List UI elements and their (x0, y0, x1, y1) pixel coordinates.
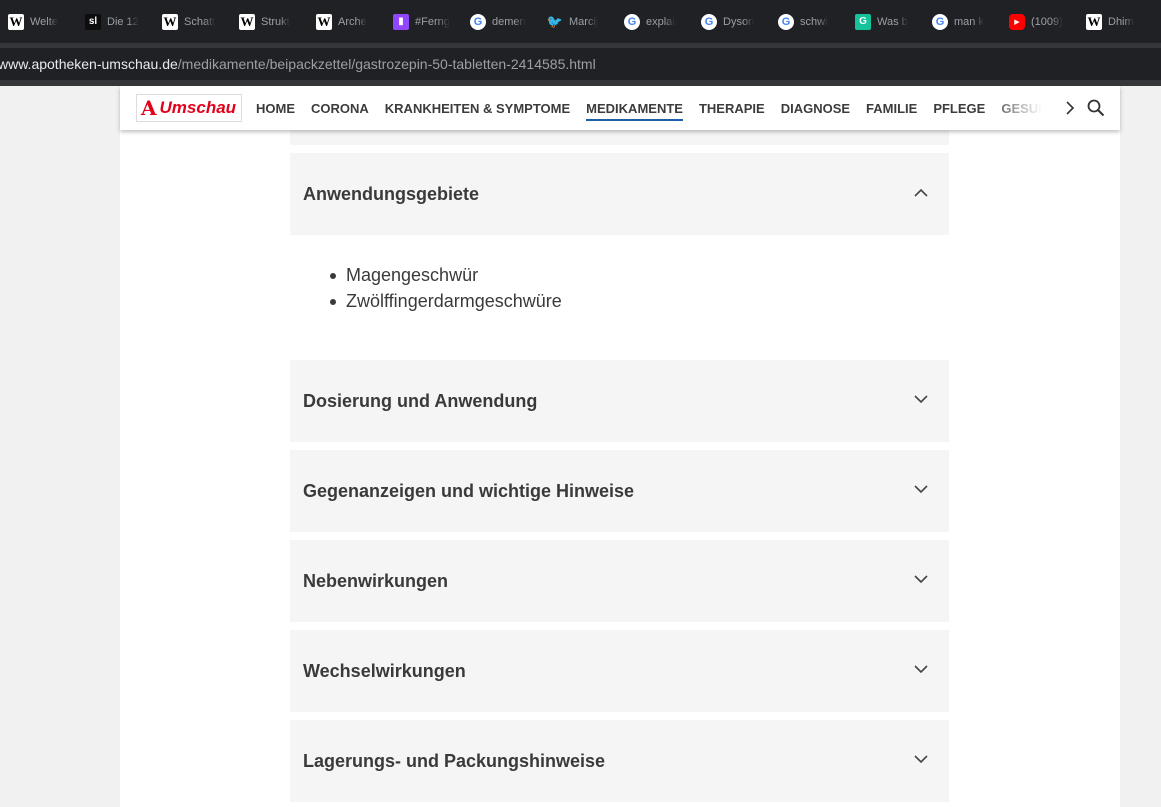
bookmark-item[interactable]: Gschwi (770, 0, 847, 43)
chevron-up-icon[interactable] (913, 184, 929, 200)
bookmark-label: Was b (877, 15, 908, 28)
accordion-title: Dosierung und Anwendung (303, 390, 538, 411)
bookmark-item[interactable]: + (1155, 0, 1161, 43)
accordion-title: Nebenwirkungen (303, 570, 449, 591)
chevron-down-icon[interactable] (913, 751, 929, 767)
url-host: www.apotheken-umschau.de (0, 56, 178, 72)
bookmark-item[interactable]: G Was b (847, 0, 924, 43)
bookmark-item[interactable]: W Arche (308, 0, 385, 43)
accordion-title: Anwendungsgebiete (303, 183, 480, 204)
address-bar[interactable]: www.apotheken-umschau.de/medikamente/bei… (0, 43, 1161, 86)
apotheke-logo-icon: A (141, 96, 157, 120)
nav-menu: HOME CORONA KRANKHEITEN & SYMPTOME MEDIKAME… (256, 86, 1042, 130)
bookmark-item[interactable]: 🐦 Marcij (539, 0, 616, 43)
search-icon[interactable] (1084, 96, 1108, 120)
bookmark-label: Dyson (723, 15, 755, 28)
bookmark-label: schwi (800, 15, 828, 28)
accordion-header-wechselwirkungen[interactable]: Wechselwirkungen (290, 630, 949, 712)
bookmark-label: Marcij (569, 15, 599, 28)
chevron-down-icon[interactable] (913, 481, 929, 497)
nav-item-home[interactable]: HOME (256, 95, 295, 122)
wikipedia-icon: W (316, 13, 332, 30)
google-icon: G (778, 13, 794, 30)
accordion-title: Gegenanzeigen und wichtige Hinweise (303, 480, 635, 501)
accordion-header-lagerung[interactable]: Lagerungs- und Packungshinweise (290, 720, 949, 802)
accordion-content-list: Magengeschwür Zwölffingerdarmgeschwüre (330, 262, 562, 314)
google-icon: G (932, 13, 948, 30)
bookmark-label: Welte (30, 15, 58, 28)
wikipedia-icon: W (8, 13, 24, 30)
bookmark-item[interactable]: W Dhim (1078, 0, 1155, 43)
accordion-header-dosierung[interactable]: Dosierung und Anwendung (290, 360, 949, 442)
accordion-header-anwendungsgebiete[interactable]: Anwendungsgebiete (290, 153, 949, 235)
url-path: /medikamente/beipackzettel/gastrozepin-5… (177, 56, 596, 72)
bookmark-label: #Ferng (415, 15, 450, 28)
list-item: Magengeschwür (330, 262, 562, 288)
url-text[interactable]: www.apotheken-umschau.de/medikamente/bei… (0, 56, 596, 72)
site-logo[interactable]: A Umschau (136, 94, 242, 122)
list-item: Zwölffingerdarmgeschwüre (330, 288, 562, 314)
bookmark-label: demen (492, 15, 526, 28)
chevron-down-icon[interactable] (913, 571, 929, 587)
nav-item-krankheiten-symptome[interactable]: KRANKHEITEN & SYMPTOME (385, 95, 570, 122)
bookmark-item[interactable]: W Schatt (154, 0, 231, 43)
site-navigation: A Umschau HOME CORONA KRANKHEITEN & SYMPTO… (120, 86, 1120, 130)
bookmarks-bar: W Welte sl Die 12 W Schatt W Strukt W Arche ▮ #Fern… (0, 0, 1161, 43)
bookmark-item[interactable]: ▶ (1009) (1001, 0, 1078, 43)
accordion-header-gegenanzeigen[interactable]: Gegenanzeigen und wichtige Hinweise (290, 450, 949, 532)
nav-item-familie[interactable]: FAMILIE (866, 95, 917, 122)
bookmark-item[interactable]: Gexplai (616, 0, 693, 43)
bookmark-label: man k (954, 15, 984, 28)
bookmark-item[interactable]: Gman k (924, 0, 1001, 43)
chevron-down-icon[interactable] (913, 391, 929, 407)
bookmark-label: Dhim (1108, 15, 1134, 28)
bookmark-label: Arche (338, 15, 367, 28)
google-icon: G (701, 13, 717, 30)
nav-item-diagnose[interactable]: DIAGNOSE (781, 95, 850, 122)
logo-text: Umschau (159, 98, 237, 117)
bookmark-item[interactable]: ▮ #Ferng (385, 0, 462, 43)
accordion-panel-previous (290, 130, 949, 145)
twitter-icon: 🐦 (546, 13, 564, 29)
wikipedia-icon: W (239, 13, 255, 30)
bookmark-item[interactable]: W Strukt (231, 0, 308, 43)
twitch-icon: ▮ (393, 13, 409, 30)
wikipedia-icon: W (162, 13, 178, 30)
nav-item-pflege[interactable]: PFLEGE (933, 95, 985, 122)
bookmark-label: Strukt (261, 15, 290, 28)
accordion-title: Wechselwirkungen (303, 660, 466, 681)
chevron-down-icon[interactable] (913, 661, 929, 677)
nav-item-corona[interactable]: CORONA (311, 95, 369, 122)
bookmark-item[interactable]: G Dyson (693, 0, 770, 43)
nav-item-medikamente[interactable]: MEDIKAMENTE (586, 95, 683, 122)
bookmark-item[interactable]: W Welte (0, 0, 77, 43)
bookmark-label: Schatt (184, 15, 216, 28)
youtube-icon: ▶ (1009, 13, 1025, 30)
google-icon: G (470, 13, 486, 30)
bookmark-item[interactable]: Gdemen (462, 0, 539, 43)
sl-icon: sl (85, 13, 101, 30)
nav-item-therapie[interactable]: THERAPIE (699, 95, 765, 122)
bookmark-item[interactable]: sl Die 12 (77, 0, 154, 43)
bookmark-label: (1009) (1031, 15, 1063, 28)
accordion-header-nebenwirkungen[interactable]: Nebenwirkungen (290, 540, 949, 622)
accordion-title: Lagerungs- und Packungshinweise (303, 750, 606, 771)
nav-item-gesundheit[interactable]: GESUNDHEIT (1001, 95, 1042, 122)
wikipedia-icon: W (1086, 13, 1102, 30)
google-icon: G (624, 13, 640, 30)
bookmark-label: explai (646, 15, 675, 28)
bookmark-label: Die 12 (107, 15, 139, 28)
chevron-right-icon[interactable] (1060, 96, 1080, 120)
grammarly-icon: G (855, 13, 871, 30)
